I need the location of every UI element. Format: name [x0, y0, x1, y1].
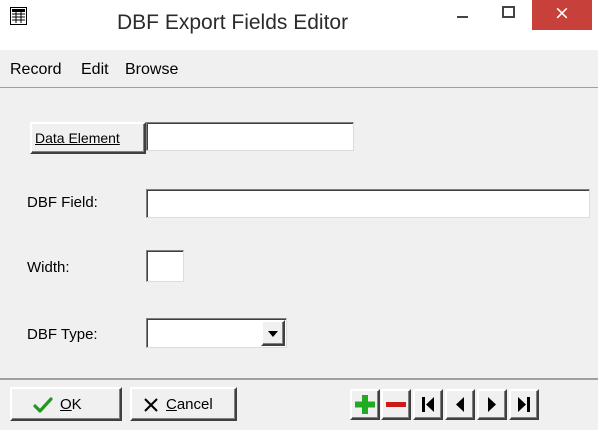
- x-icon: [144, 398, 158, 412]
- next-record-button[interactable]: [477, 389, 507, 420]
- cancel-button-label: Cancel: [166, 396, 213, 413]
- first-record-button[interactable]: [413, 389, 443, 420]
- app-icon: [10, 7, 27, 25]
- data-element-button[interactable]: Data Element: [30, 122, 146, 154]
- previous-record-button[interactable]: [445, 389, 475, 420]
- last-record-button[interactable]: [509, 389, 539, 420]
- close-icon: ×: [554, 2, 570, 24]
- width-input[interactable]: [146, 250, 184, 282]
- delete-icon: [386, 402, 406, 407]
- minimize-button[interactable]: [440, 0, 485, 30]
- dbf-type-label: DBF Type:: [27, 326, 98, 343]
- data-element-button-label: Data Element: [35, 130, 120, 146]
- form-area: Data Element DBF Field: Width: DBF Type:: [0, 88, 598, 378]
- add-icon: [355, 395, 375, 414]
- next-record-icon: [488, 397, 496, 412]
- checkmark-icon: [33, 397, 53, 413]
- dbf-type-select[interactable]: [146, 318, 287, 348]
- last-record-icon: [518, 397, 530, 412]
- chevron-down-icon: [268, 331, 278, 337]
- dbf-type-dropdown-button[interactable]: [261, 320, 285, 346]
- dbf-export-fields-editor-window: DBF Export Fields Editor × Record Edit B…: [0, 0, 598, 430]
- previous-record-icon: [456, 397, 464, 412]
- title-bar[interactable]: DBF Export Fields Editor ×: [0, 0, 598, 50]
- menu-bar: Record Edit Browse: [0, 50, 598, 88]
- cancel-button[interactable]: Cancel: [130, 387, 237, 421]
- width-label: Width:: [27, 259, 70, 276]
- dbf-field-input[interactable]: [146, 189, 590, 218]
- add-record-button[interactable]: [350, 389, 380, 420]
- ok-button-label: OK: [60, 396, 82, 413]
- close-button[interactable]: ×: [532, 0, 592, 30]
- maximize-button[interactable]: [485, 0, 530, 30]
- ok-button[interactable]: OK: [10, 387, 122, 421]
- data-element-field[interactable]: [146, 122, 354, 151]
- footer-toolbar: OK Cancel: [0, 378, 598, 430]
- window-title: DBF Export Fields Editor: [117, 11, 349, 34]
- first-record-icon: [422, 397, 434, 412]
- menu-edit[interactable]: Edit: [81, 61, 109, 79]
- menu-record[interactable]: Record: [10, 61, 62, 79]
- dbf-field-label: DBF Field:: [27, 194, 98, 211]
- menu-browse[interactable]: Browse: [125, 61, 178, 79]
- delete-record-button[interactable]: [381, 389, 411, 420]
